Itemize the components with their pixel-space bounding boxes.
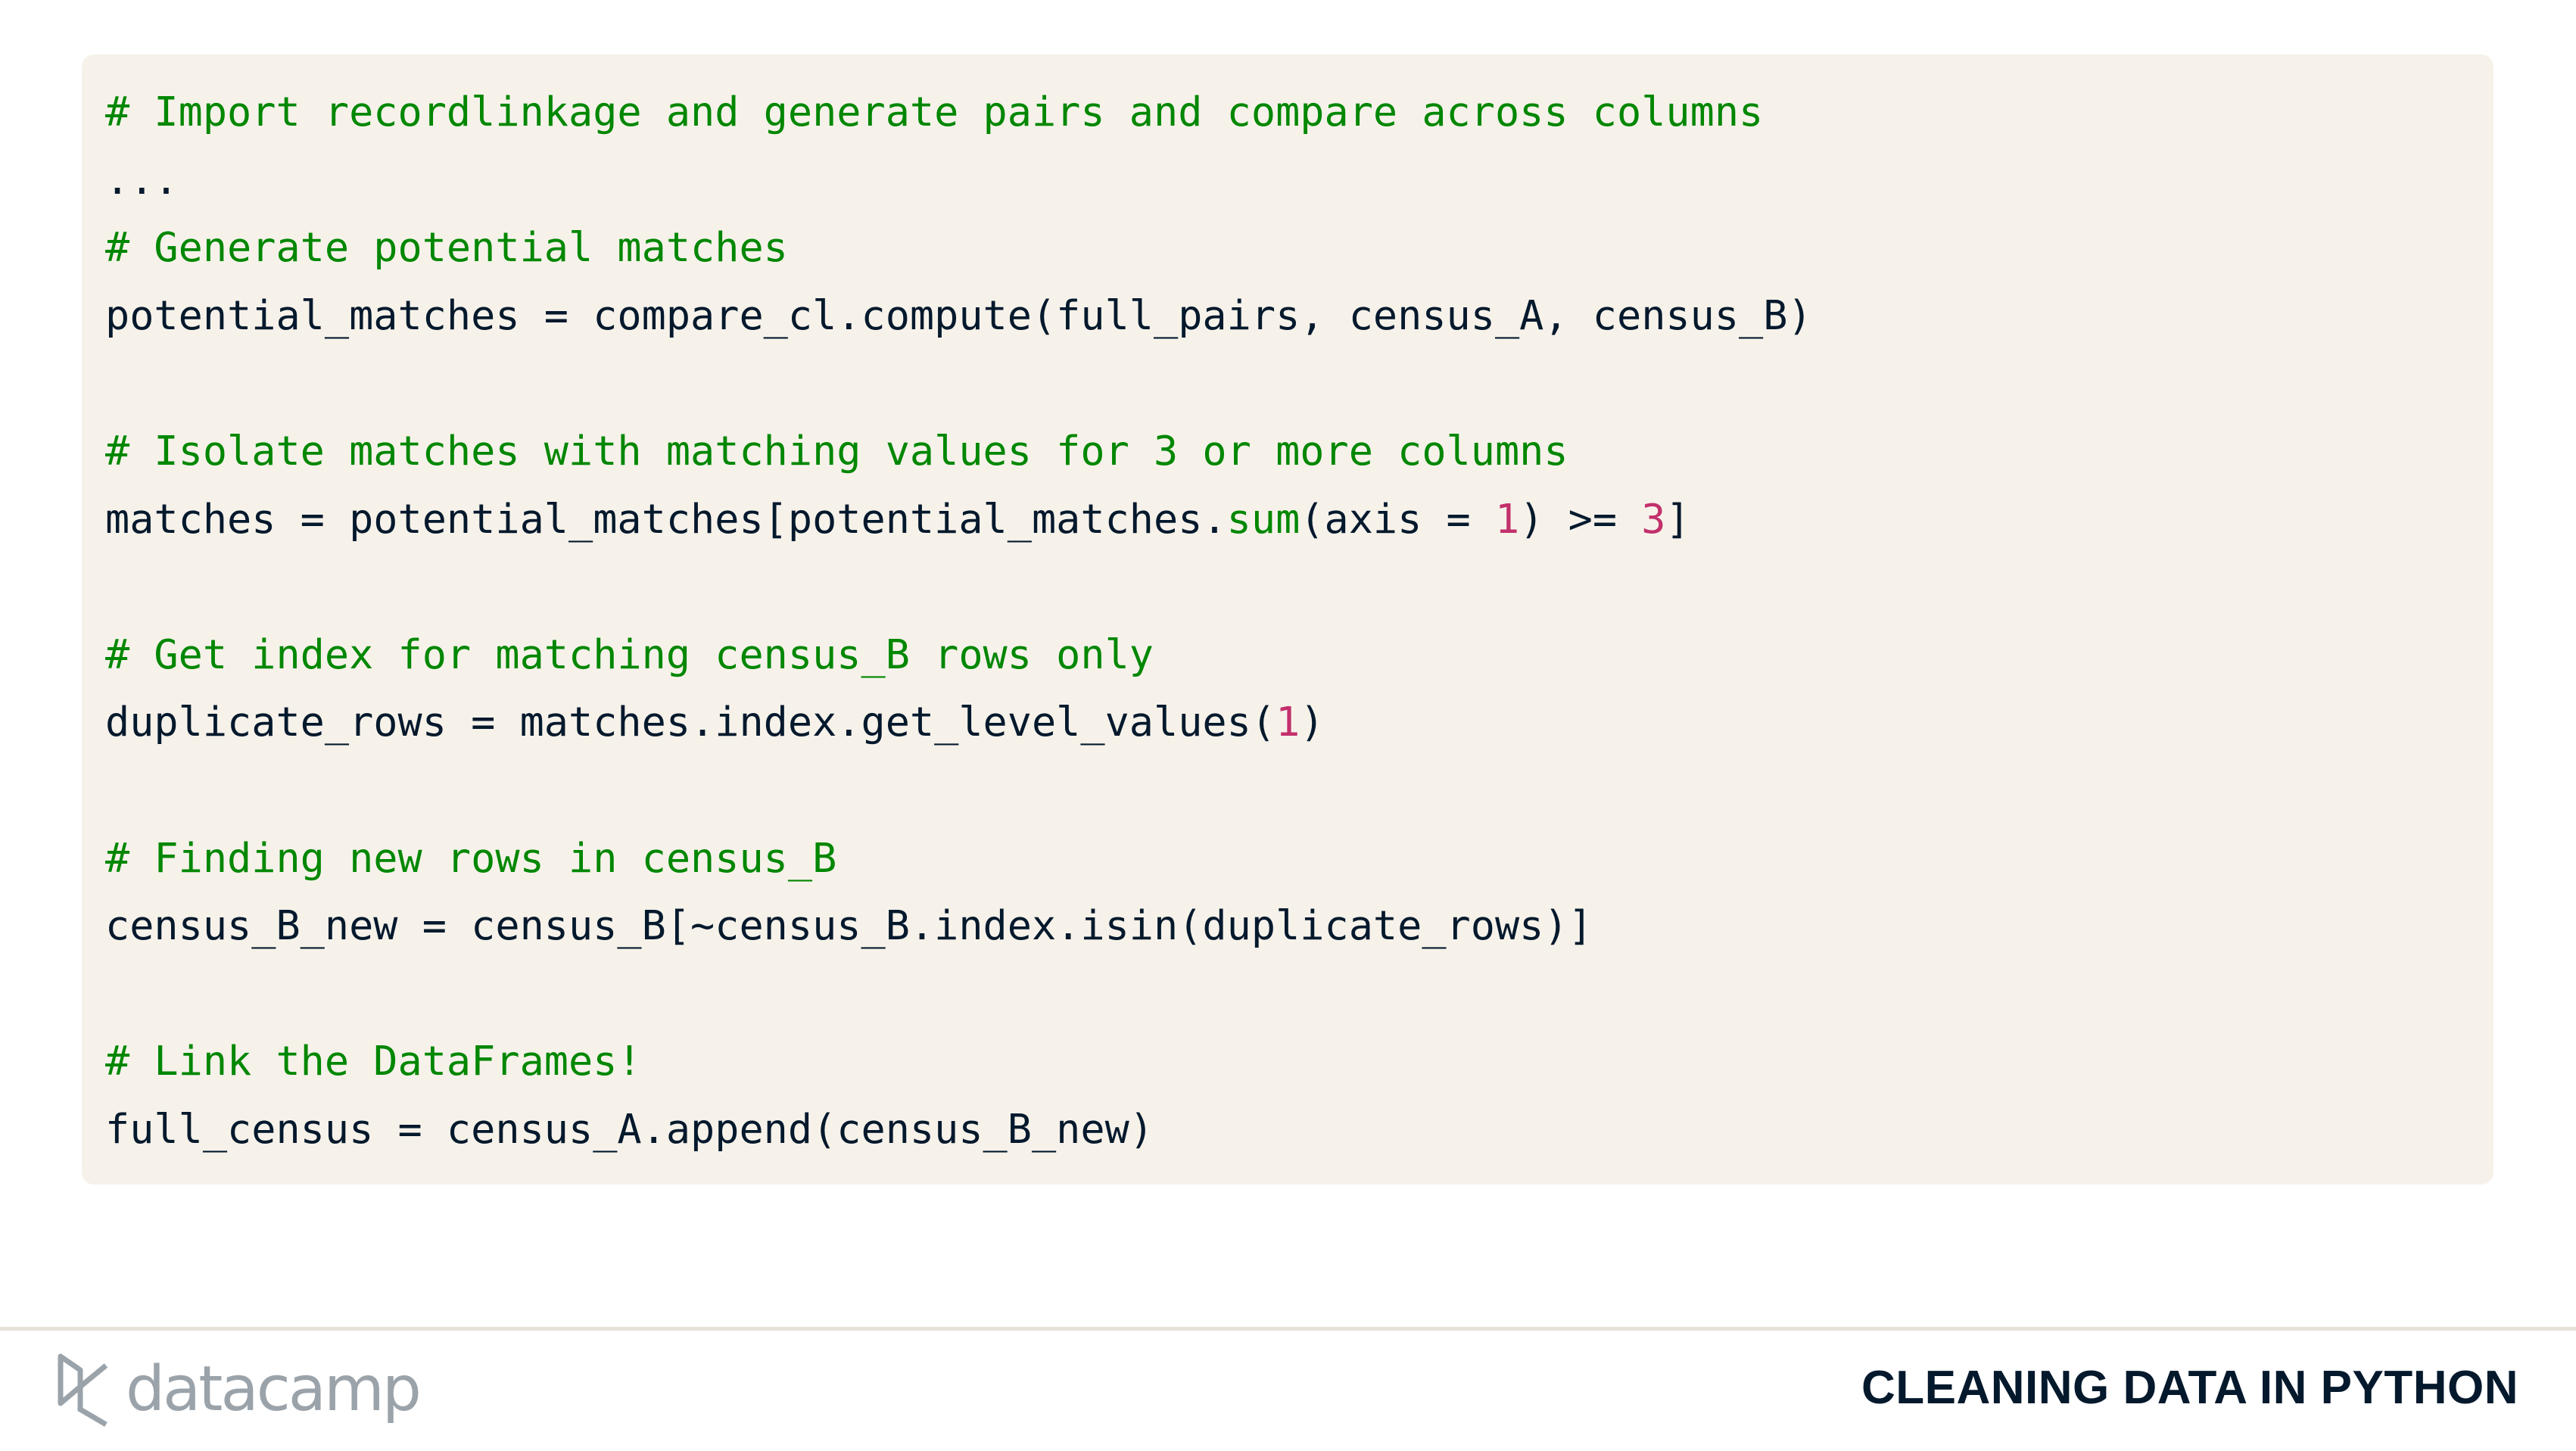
- code-line: ...: [105, 146, 2470, 214]
- code-line: # Isolate matches with matching values f…: [105, 417, 2470, 485]
- code-token-num: 3: [1641, 494, 1666, 543]
- logo-text: datacamp: [126, 1353, 422, 1425]
- code-token-comment: # Import recordlinkage and generate pair…: [105, 88, 1764, 135]
- datacamp-logo: datacamp: [55, 1350, 422, 1429]
- code-line: full_census = census_A.append(census_B_n…: [105, 1095, 2470, 1163]
- code-token-func: sum: [1226, 494, 1300, 543]
- code-token-comment: # Isolate matches with matching values f…: [105, 426, 1568, 475]
- code-token-plain: full_census = census_A.append(census_B_n…: [105, 1104, 1154, 1153]
- code-block: # Import recordlinkage and generate pair…: [82, 54, 2493, 1185]
- blank-code-line: [105, 960, 2470, 1028]
- code-token-plain: matches = potential_matches[potential_ma…: [105, 494, 1227, 543]
- code-token-comment: # Finding new rows in census_B: [105, 833, 837, 882]
- course-title: CLEANING DATA IN PYTHON: [1861, 1362, 2518, 1414]
- blank-code-line: [105, 553, 2470, 621]
- code-line: # Generate potential matches: [105, 213, 2470, 282]
- code-token-num: 1: [1494, 494, 1520, 543]
- blank-code-line: [105, 756, 2470, 824]
- code-token-plain: potential_matches = compare_cl.compute(f…: [105, 291, 1812, 339]
- code-token-plain: ...: [105, 155, 179, 204]
- code-token-plain: (axis =: [1300, 494, 1495, 543]
- code-token-plain: census_B_new = census_B[~census_B.index.…: [105, 901, 1593, 950]
- footer-divider: [0, 1327, 2576, 1331]
- code-token-comment: # Generate potential matches: [105, 223, 788, 272]
- code-token-plain: ): [1300, 698, 1325, 746]
- code-token-plain: ) >=: [1519, 494, 1642, 543]
- blank-code-line: [105, 349, 2470, 417]
- code-token-num: 1: [1276, 698, 1300, 746]
- code-line: # Import recordlinkage and generate pair…: [105, 78, 2470, 146]
- code-line: # Get index for matching census_B rows o…: [105, 621, 2470, 689]
- code-line: # Link the DataFrames!: [105, 1027, 2470, 1095]
- code-line: duplicate_rows = matches.index.get_level…: [105, 688, 2470, 756]
- code-token-plain: duplicate_rows = matches.index.get_level…: [105, 698, 1276, 746]
- code-token-plain: ]: [1665, 494, 1690, 543]
- code-line: census_B_new = census_B[~census_B.index.…: [105, 892, 2470, 960]
- code-line: potential_matches = compare_cl.compute(f…: [105, 282, 2470, 350]
- code-token-comment: # Get index for matching census_B rows o…: [105, 630, 1154, 678]
- code-token-comment: # Link the DataFrames!: [105, 1037, 642, 1085]
- code-line: matches = potential_matches[potential_ma…: [105, 485, 2470, 553]
- datacamp-logo-icon: [58, 1353, 108, 1428]
- code-line: # Finding new rows in census_B: [105, 824, 2470, 892]
